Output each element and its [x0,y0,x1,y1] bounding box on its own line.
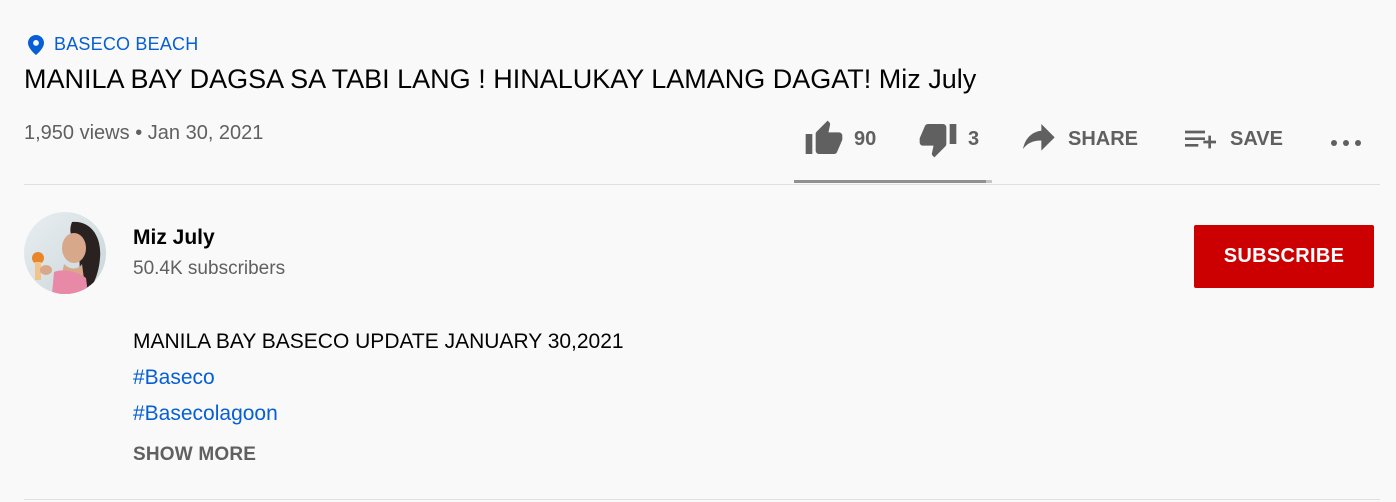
dislike-count: 3 [968,127,980,150]
thumbs-down-icon [918,119,958,159]
video-info-panel: BASECO BEACH MANILA BAY DAGSA SA TABI LA… [0,0,1396,502]
subscribe-button[interactable]: SUBSCRIBE [1194,225,1374,288]
subscriber-count: 50.4K subscribers [133,258,286,279]
save-button[interactable]: SAVE [1180,119,1283,159]
show-more-button[interactable]: SHOW MORE [133,444,256,466]
divider [24,499,1380,500]
hashtag-link[interactable]: #Basecolagoon [133,402,278,425]
share-arrow-icon [1018,119,1058,159]
video-description: MANILA BAY BASECO UPDATE JANUARY 30,2021… [133,324,624,432]
view-count: 1,950 views [24,122,130,144]
more-actions-button[interactable] [1328,119,1364,159]
location-label: BASECO BEACH [54,34,199,54]
avatar[interactable] [24,212,106,294]
meta-separator: • [135,122,143,144]
location-link[interactable]: BASECO BEACH [28,34,198,55]
like-count: 90 [854,127,877,150]
sentiment-bar-fill [794,180,986,183]
video-title: MANILA BAY DAGSA SA TABI LANG ! HINALUKA… [24,64,977,94]
playlist-add-icon [1180,119,1220,159]
dislike-button[interactable]: 3 [918,119,979,159]
share-label: SHARE [1068,127,1139,150]
more-horizontal-icon [1328,119,1364,159]
divider [24,184,1380,185]
save-label: SAVE [1230,127,1283,150]
like-button[interactable]: 90 [804,119,876,159]
upload-date: Jan 30, 2021 [147,122,264,144]
hashtag-link[interactable]: #Baseco [133,366,215,389]
share-button[interactable]: SHARE [1018,119,1138,159]
location-pin-icon [28,34,44,55]
thumbs-up-icon [804,119,844,159]
video-meta: 1,950 views • Jan 30, 2021 [24,122,263,145]
description-line: MANILA BAY BASECO UPDATE JANUARY 30,2021 [133,330,624,353]
channel-name[interactable]: Miz July [133,226,215,250]
sentiment-bar [794,180,992,183]
